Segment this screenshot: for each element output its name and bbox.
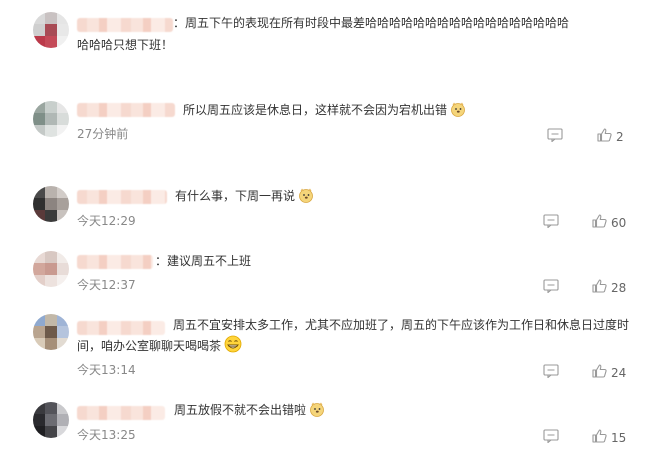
like-button[interactable]: 28: [592, 278, 626, 297]
timestamp: 27分钟前: [77, 127, 129, 141]
comment-icon[interactable]: [543, 363, 559, 382]
comment-icon[interactable]: [543, 278, 559, 297]
username-blurred[interactable]: [77, 18, 173, 32]
thumbs-up-icon[interactable]: [592, 278, 607, 297]
comment-text: 有什么事，下周一再说: [175, 185, 314, 210]
username-blurred[interactable]: [77, 103, 175, 117]
like-count: 15: [611, 430, 627, 445]
comment-actions: [543, 363, 559, 382]
timestamp: 今天12:37: [77, 278, 136, 292]
comment-icon[interactable]: [547, 127, 563, 146]
avatar[interactable]: [33, 12, 69, 48]
like-button[interactable]: 15: [592, 428, 626, 447]
like-button[interactable]: 2: [597, 127, 624, 146]
like-count: 2: [616, 129, 624, 144]
avatar[interactable]: [33, 251, 69, 287]
comment-icon[interactable]: [543, 428, 559, 447]
comment-text: 周五放假不就不会出错啦: [174, 399, 325, 424]
thumbs-up-icon[interactable]: [592, 213, 607, 232]
doge-emoji: [450, 101, 466, 124]
comment-actions: [543, 428, 559, 447]
comment-text: 所以周五应该是休息日，这样就不会因为宕机出错: [183, 99, 466, 124]
thumbs-up-icon[interactable]: [592, 428, 607, 447]
comment-text: ：周五下午的表现在所有时段中最差哈哈哈哈哈哈哈哈哈哈哈哈哈哈哈哈哈: [173, 16, 570, 30]
doge-emoji: [309, 401, 325, 424]
like-count: 28: [611, 280, 627, 295]
comment-text-line2: 间，咱办公室聊聊天喝喝茶: [77, 335, 242, 360]
thumbs-up-icon[interactable]: [597, 127, 612, 146]
grin-emoji: [224, 335, 242, 360]
avatar[interactable]: [33, 314, 69, 350]
comment-text: 周五不宜安排太多工作，尤其不应加班了，周五的下午应该作为工作日和休息日过度时: [173, 318, 630, 332]
username-blurred[interactable]: [77, 255, 153, 269]
comment-icon[interactable]: [543, 213, 559, 232]
comment-actions: [543, 213, 559, 232]
like-count: 60: [611, 215, 627, 230]
avatar[interactable]: [33, 402, 69, 438]
timestamp: 今天13:25: [77, 428, 136, 442]
comment-text-line2: 哈哈哈只想下班！: [77, 38, 174, 52]
username-blurred[interactable]: [77, 321, 165, 335]
username-blurred[interactable]: [77, 190, 167, 204]
avatar[interactable]: [33, 186, 69, 222]
username-blurred[interactable]: [77, 406, 165, 420]
thumbs-up-icon[interactable]: [592, 363, 607, 382]
like-count: 24: [611, 365, 627, 380]
avatar[interactable]: [33, 101, 69, 137]
like-button[interactable]: 60: [592, 213, 626, 232]
comment-actions: [547, 127, 563, 146]
comment-actions: [543, 278, 559, 297]
timestamp: 今天12:29: [77, 214, 136, 228]
timestamp: 今天13:14: [77, 363, 136, 377]
comment-text: ：建议周五不上班: [155, 254, 252, 268]
like-button[interactable]: 24: [592, 363, 626, 382]
doge-emoji: [298, 187, 314, 210]
